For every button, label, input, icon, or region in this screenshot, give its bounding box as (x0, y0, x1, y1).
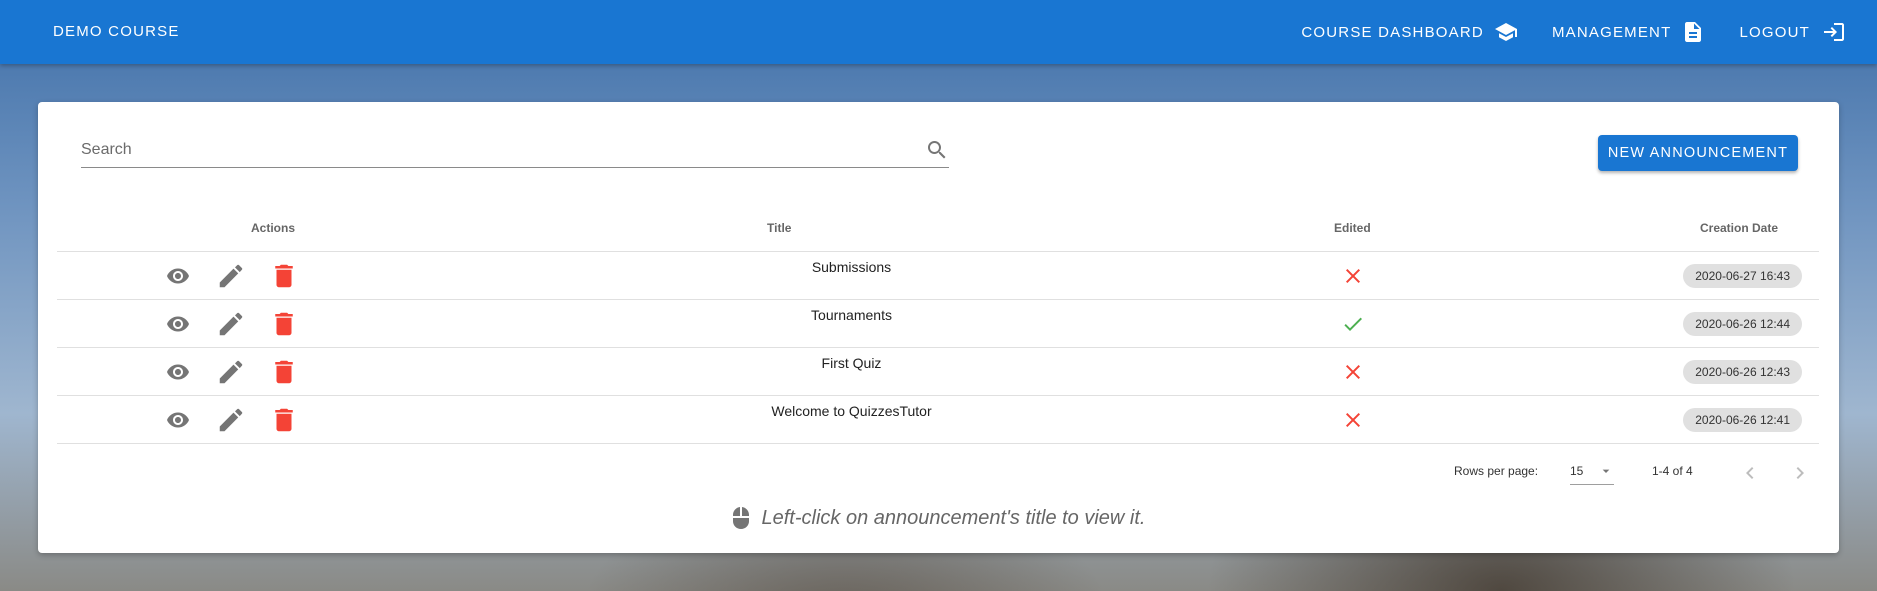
rows-per-page-select[interactable]: 15 (1570, 457, 1614, 485)
pencil-icon (219, 360, 243, 384)
eye-icon (167, 364, 189, 380)
new-announcement-button[interactable]: New Announcement (1598, 135, 1798, 171)
creation-date-chip: 2020-06-26 12:41 (1683, 408, 1802, 432)
edit-button[interactable] (214, 260, 248, 292)
delete-button[interactable] (267, 260, 301, 292)
eye-icon (167, 268, 189, 284)
view-button[interactable] (161, 260, 195, 292)
usage-hint-text: Left-click on announcement's title to vi… (761, 506, 1146, 529)
delete-button[interactable] (267, 404, 301, 436)
announcements-table: Actions Title Edited Creation Date Submi… (57, 202, 1819, 444)
announcement-title[interactable]: Welcome to QuizzesTutor (657, 403, 1046, 419)
logout-icon (1824, 23, 1844, 41)
eye-icon (167, 316, 189, 332)
header-title[interactable]: Title (767, 221, 791, 235)
header-edited[interactable]: Edited (1334, 221, 1371, 235)
trash-icon (275, 312, 293, 336)
edit-button[interactable] (214, 308, 248, 340)
table-row: Welcome to QuizzesTutor 2020-06-26 12:41 (57, 396, 1819, 444)
announcements-card: New Announcement Actions Title Edited Cr… (38, 102, 1839, 553)
search-icon[interactable] (925, 138, 949, 162)
row-actions (161, 404, 320, 436)
table-row: First Quiz 2020-06-26 12:43 (57, 348, 1819, 396)
table-row: Tournaments 2020-06-26 12:44 (57, 300, 1819, 348)
table-row: Submissions 2020-06-27 16:43 (57, 252, 1819, 300)
trash-icon (275, 408, 293, 432)
table-header: Actions Title Edited Creation Date (57, 202, 1819, 252)
check-icon (1344, 317, 1362, 331)
search-field (81, 132, 949, 168)
announcement-title[interactable]: Tournaments (657, 307, 1046, 323)
file-document-icon (1685, 22, 1702, 42)
nav-course-dashboard[interactable]: Course Dashboard (1301, 20, 1518, 44)
header-actions[interactable]: Actions (251, 221, 295, 235)
course-name[interactable]: Demo Course (53, 23, 180, 40)
nav-management[interactable]: Management (1552, 20, 1706, 44)
creation-date-chip: 2020-06-26 12:44 (1683, 312, 1802, 336)
rows-per-page-value: 15 (1570, 464, 1584, 478)
header-creation-date[interactable]: Creation Date (1700, 221, 1778, 235)
view-button[interactable] (161, 308, 195, 340)
row-actions (161, 356, 320, 388)
delete-button[interactable] (267, 308, 301, 340)
pencil-icon (219, 408, 243, 432)
view-button[interactable] (161, 404, 195, 436)
search-input[interactable] (81, 138, 901, 162)
nav-logout[interactable]: Logout (1739, 20, 1846, 44)
edit-button[interactable] (214, 356, 248, 388)
eye-icon (167, 412, 189, 428)
announcement-title[interactable]: First Quiz (657, 355, 1046, 371)
close-icon (1346, 365, 1360, 379)
chevron-right-icon[interactable] (1788, 461, 1812, 485)
school-icon (1494, 23, 1517, 41)
pencil-icon (219, 264, 243, 288)
nav-logout-label: Logout (1739, 23, 1810, 41)
caret-down-icon (1602, 469, 1610, 473)
close-icon (1346, 413, 1360, 427)
row-actions (161, 308, 320, 340)
pagination-range: 1-4 of 4 (1652, 464, 1693, 478)
mouse-icon (733, 507, 750, 529)
edit-button[interactable] (214, 404, 248, 436)
chevron-left-icon[interactable] (1738, 461, 1762, 485)
row-actions (161, 260, 320, 292)
delete-button[interactable] (267, 356, 301, 388)
announcement-title[interactable]: Submissions (657, 259, 1046, 275)
trash-icon (275, 264, 293, 288)
close-icon (1346, 269, 1360, 283)
nav-course-dashboard-label: Course Dashboard (1301, 23, 1484, 41)
app-bar: Demo Course Course Dashboard Management … (0, 0, 1877, 64)
creation-date-chip: 2020-06-26 12:43 (1683, 360, 1802, 384)
top-nav: Course Dashboard Management Logout (1267, 0, 1846, 64)
pencil-icon (219, 312, 243, 336)
rows-per-page-label: Rows per page: (1454, 464, 1539, 478)
usage-hint: Left-click on announcement's title to vi… (38, 506, 1839, 530)
table-footer: Rows per page: 15 1-4 of 4 (38, 457, 1839, 487)
creation-date-chip: 2020-06-27 16:43 (1683, 264, 1802, 288)
trash-icon (275, 360, 293, 384)
view-button[interactable] (161, 356, 195, 388)
nav-management-label: Management (1551, 23, 1672, 41)
